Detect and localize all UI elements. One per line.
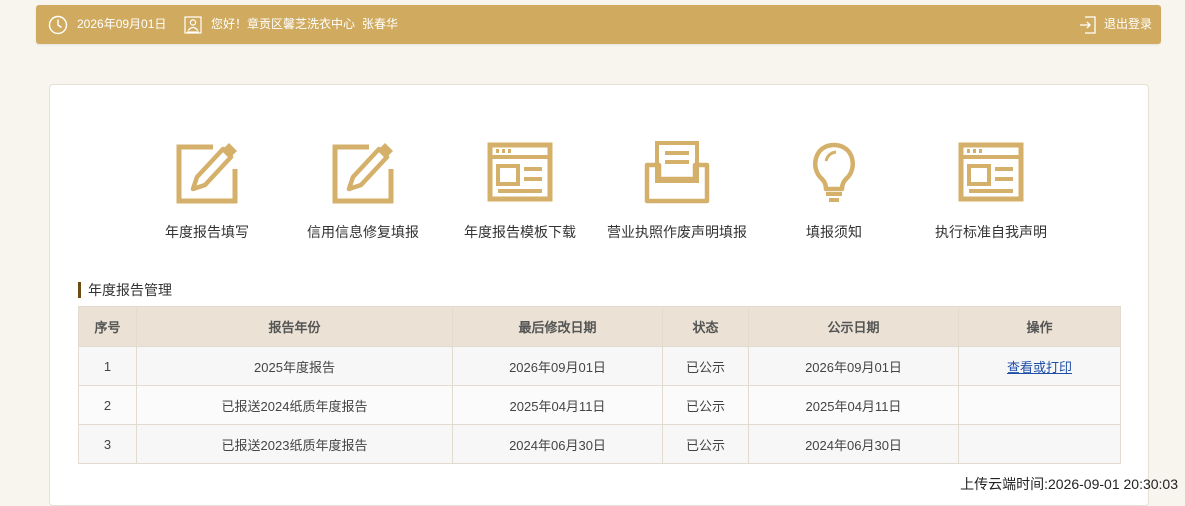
- col-header-publish-date: 公示日期: [748, 306, 959, 347]
- clock-icon: [48, 15, 68, 35]
- greeting-text: 您好！章贡区馨芝洗衣中心: [211, 17, 356, 31]
- table-header-row: 序号 报告年份 最后修改日期 状态 公示日期 操作: [78, 306, 1121, 347]
- cell-last-modified: 2025年04月11日: [452, 385, 663, 425]
- cell-publish-date: 2025年04月11日: [748, 385, 959, 425]
- cell-report-year: 2025年度报告: [136, 346, 453, 386]
- cell-last-modified: 2024年06月30日: [452, 424, 663, 464]
- edit-document-icon: [332, 143, 394, 204]
- col-header-actions: 操作: [958, 306, 1121, 347]
- cell-status: 已公示: [662, 424, 749, 464]
- user-name: 张春华: [362, 17, 399, 31]
- content-card: 年度报告填写 信用信息修复填报 年度报告模板下载 营业执照作废声明填报 填报须知…: [49, 84, 1149, 506]
- annual-report-table: 序号 报告年份 最后修改日期 状态 公示日期 操作 1 2025年度报告 202…: [78, 306, 1121, 464]
- upload-time: 上传云端时间:2026-09-01 20:30:03: [960, 476, 1178, 492]
- standards-self-declaration-tile[interactable]: 执行标准自我声明: [906, 139, 1076, 242]
- logout-button[interactable]: 退出登录: [1104, 17, 1152, 31]
- filing-instructions-tile[interactable]: 填报须知: [749, 139, 919, 242]
- tile-label: 填报须知: [806, 224, 862, 240]
- col-header-index: 序号: [78, 306, 137, 347]
- cell-index: 1: [78, 346, 137, 386]
- cell-actions: [958, 424, 1121, 464]
- col-header-last-modified: 最后修改日期: [452, 306, 663, 347]
- table-row: 3 已报送2023纸质年度报告 2024年06月30日 已公示 2024年06月…: [78, 424, 1121, 464]
- cell-actions: 查看或打印: [958, 346, 1121, 386]
- cell-index: 3: [78, 424, 137, 464]
- tile-label: 年度报告填写: [165, 224, 249, 240]
- report-template-download-tile[interactable]: 年度报告模板下载: [435, 139, 605, 242]
- cell-last-modified: 2026年09月01日: [452, 346, 663, 386]
- cell-report-year: 已报送2023纸质年度报告: [136, 424, 453, 464]
- table-row: 2 已报送2024纸质年度报告 2025年04月11日 已公示 2025年04月…: [78, 385, 1121, 425]
- tile-label: 执行标准自我声明: [935, 224, 1047, 240]
- col-header-status: 状态: [662, 306, 749, 347]
- lightbulb-icon: [813, 142, 855, 202]
- tile-label: 信用信息修复填报: [307, 224, 419, 240]
- annual-report-fill-tile[interactable]: 年度报告填写: [122, 139, 292, 242]
- current-date: 2026年09月01日: [77, 17, 167, 31]
- col-header-report-year: 报告年份: [136, 306, 453, 347]
- top-bar: 2026年09月01日 您好！章贡区馨芝洗衣中心 张春华 退出登录: [36, 5, 1161, 44]
- table-row: 1 2025年度报告 2026年09月01日 已公示 2026年09月01日 查…: [78, 346, 1121, 386]
- cell-actions: [958, 385, 1121, 425]
- tile-label: 营业执照作废声明填报: [607, 224, 747, 240]
- cell-status: 已公示: [662, 385, 749, 425]
- cell-publish-date: 2026年09月01日: [748, 346, 959, 386]
- section-title: 年度报告管理: [78, 282, 172, 298]
- user-badge-icon: [184, 16, 202, 34]
- license-void-declaration-tile[interactable]: 营业执照作废声明填报: [592, 139, 762, 242]
- view-or-print-link[interactable]: 查看或打印: [1007, 360, 1072, 375]
- cell-status: 已公示: [662, 346, 749, 386]
- greeting: 您好！章贡区馨芝洗衣中心 张春华: [211, 17, 398, 31]
- tile-label: 年度报告模板下载: [464, 224, 576, 240]
- credit-repair-fill-tile[interactable]: 信用信息修复填报: [278, 139, 448, 242]
- cell-report-year: 已报送2024纸质年度报告: [136, 385, 453, 425]
- inbox-document-icon: [644, 141, 710, 204]
- template-icon: [487, 142, 553, 202]
- cell-index: 2: [78, 385, 137, 425]
- cell-publish-date: 2024年06月30日: [748, 424, 959, 464]
- edit-document-icon: [176, 143, 238, 204]
- logout-icon[interactable]: [1078, 15, 1098, 35]
- template-icon: [958, 142, 1024, 202]
